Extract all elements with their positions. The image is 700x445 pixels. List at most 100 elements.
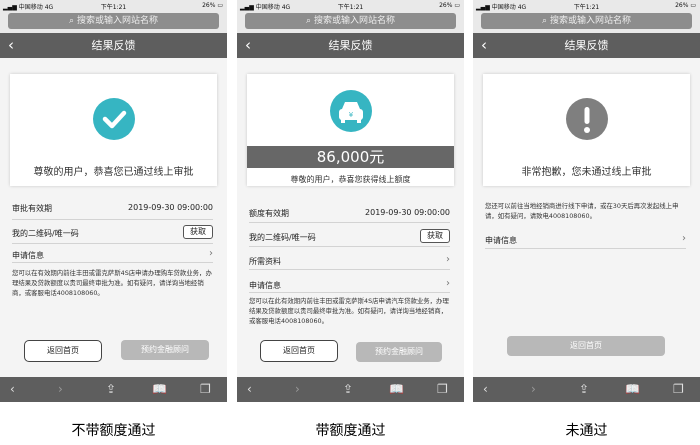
caption-approved-no-limit: 不带额度通过: [71, 423, 156, 439]
result-card: 非常抱歉，您未通过线上审批: [483, 74, 690, 186]
browser-toolbar: ‹ › ⇪ 📖 ❐: [0, 377, 227, 402]
required-docs-row[interactable]: 所需资料 ›: [249, 254, 450, 267]
search-input[interactable]: ⌕ 搜索或输入网站名称: [481, 13, 692, 29]
back-arrow-icon[interactable]: ‹: [247, 381, 252, 397]
return-home-button[interactable]: 返回首页: [24, 340, 102, 362]
battery-icon: ▭: [690, 2, 696, 9]
qr-code-row: 我的二维码/唯一码 获取: [12, 225, 213, 239]
status-time: 下午1:21: [337, 4, 364, 11]
tabs-icon[interactable]: ❐: [200, 381, 211, 397]
divider: [12, 219, 213, 220]
validity-row: 审批有效期 2019-09-30 09:00:00: [12, 203, 213, 214]
tabs-icon[interactable]: ❐: [673, 381, 684, 397]
share-icon[interactable]: ⇪: [106, 381, 116, 397]
status-time: 下午1:21: [573, 4, 600, 11]
forward-arrow-icon[interactable]: ›: [295, 381, 300, 397]
search-icon: ⌕: [542, 16, 548, 26]
nav-bar: ‹ 结果反馈: [0, 33, 227, 58]
battery-label: 26%: [202, 2, 216, 9]
caption-approved-with-limit: 带额度通过: [315, 423, 386, 439]
caption-rejected: 未通过: [565, 423, 608, 439]
divider: [249, 246, 450, 247]
status-time: 下午1:21: [100, 4, 127, 11]
validity-label: 审批有效期: [12, 204, 52, 213]
search-placeholder: 搜索或输入网站名称: [76, 16, 158, 26]
battery-indicator: 26% ▭: [202, 2, 223, 9]
book-advisor-button[interactable]: 预约金融顾问: [121, 340, 209, 360]
get-qr-button[interactable]: 获取: [183, 225, 213, 239]
bookmarks-icon[interactable]: 📖: [389, 381, 404, 397]
battery-label: 26%: [675, 2, 689, 9]
battery-indicator: 26% ▭: [439, 2, 460, 9]
apply-info-label: 申请信息: [485, 236, 517, 245]
return-home-button[interactable]: 返回首页: [507, 336, 665, 356]
chevron-right-icon: ›: [682, 233, 686, 244]
battery-icon: ▭: [217, 2, 223, 9]
back-arrow-icon[interactable]: ‹: [10, 381, 15, 397]
share-icon[interactable]: ⇪: [579, 381, 589, 397]
nav-bar: ‹ 结果反馈: [473, 33, 700, 58]
divider: [12, 243, 213, 244]
qr-code-row: 我的二维码/唯一码 获取: [249, 229, 450, 243]
car-icon: ¥: [329, 90, 372, 132]
chevron-right-icon: ›: [446, 254, 450, 265]
validity-value: 2019-09-30 09:00:00: [365, 208, 450, 217]
search-placeholder: 搜索或输入网站名称: [313, 16, 395, 26]
search-placeholder: 搜索或输入网站名称: [549, 16, 631, 26]
divider: [485, 248, 686, 249]
divider: [249, 292, 450, 293]
chevron-right-icon: ›: [446, 278, 450, 289]
notice-text: 您还可以前往当地经销商进行线下申请，或在30天后再次发起线上申请，如有疑问，请致…: [485, 202, 679, 220]
exclamation-icon: [565, 98, 608, 140]
success-check-icon: [92, 98, 135, 140]
chevron-right-icon: ›: [209, 248, 213, 259]
book-advisor-button[interactable]: 预约金融顾问: [356, 342, 442, 362]
notice-text: 您可以在此有效期内前往丰田或雷克萨斯4S店申请汽车贷款业务，办理结果及贷款额度以…: [249, 297, 449, 325]
search-icon: ⌕: [69, 16, 75, 26]
validity-label: 额度有效期: [249, 209, 289, 218]
apply-info-row[interactable]: 申请信息 ›: [485, 233, 686, 246]
search-input[interactable]: ⌕ 搜索或输入网站名称: [8, 13, 219, 29]
apply-info-row[interactable]: 申请信息 ›: [249, 278, 450, 291]
result-card: 尊敬的用户，恭喜您已通过线上审批: [10, 74, 217, 186]
forward-arrow-icon[interactable]: ›: [58, 381, 63, 397]
forward-arrow-icon[interactable]: ›: [531, 381, 536, 397]
search-input[interactable]: ⌕ 搜索或输入网站名称: [245, 13, 456, 29]
page-title: 结果反馈: [564, 39, 609, 52]
bookmarks-icon[interactable]: 📖: [152, 381, 167, 397]
phone-screen-rejected: ▂▄▆ 中国移动 4G 下午1:21 26% ▭ ⌕ 搜索或输入网站名称 ‹ 结…: [473, 0, 700, 402]
browser-search-bar: ⌕ 搜索或输入网站名称: [0, 11, 227, 33]
status-bar: ▂▄▆ 中国移动 4G 下午1:21 26% ▭: [237, 0, 464, 11]
share-icon[interactable]: ⇪: [343, 381, 353, 397]
divider: [249, 222, 450, 223]
apply-info-label: 申请信息: [12, 251, 44, 260]
browser-search-bar: ⌕ 搜索或输入网站名称: [237, 11, 464, 33]
tabs-icon[interactable]: ❐: [437, 381, 448, 397]
browser-search-bar: ⌕ 搜索或输入网站名称: [473, 11, 700, 33]
nav-bar: ‹ 结果反馈: [237, 33, 464, 58]
get-qr-button[interactable]: 获取: [420, 229, 450, 243]
search-icon: ⌕: [306, 16, 312, 26]
browser-toolbar: ‹ › ⇪ 📖 ❐: [237, 377, 464, 402]
required-docs-label: 所需资料: [249, 257, 281, 266]
qr-code-label: 我的二维码/唯一码: [249, 233, 316, 242]
battery-label: 26%: [439, 2, 453, 9]
bookmarks-icon[interactable]: 📖: [625, 381, 640, 397]
back-arrow-icon[interactable]: ‹: [483, 381, 488, 397]
page-title: 结果反馈: [91, 39, 136, 52]
apply-info-row[interactable]: 申请信息 ›: [12, 248, 213, 261]
divider: [12, 262, 213, 263]
page-title: 结果反馈: [328, 39, 373, 52]
validity-value: 2019-09-30 09:00:00: [128, 203, 213, 212]
phone-screen-approved-with-limit: ▂▄▆ 中国移动 4G 下午1:21 26% ▭ ⌕ 搜索或输入网站名称 ‹ 结…: [237, 0, 464, 402]
return-home-button[interactable]: 返回首页: [260, 340, 338, 362]
result-card: ¥ 86,000元 尊敬的用户，恭喜您获得线上额度: [247, 74, 454, 186]
result-message: 非常抱歉，您未通过线上审批: [521, 167, 652, 178]
result-message: 尊敬的用户，恭喜您已通过线上审批: [33, 167, 194, 178]
notice-text: 您可以在有效期内前往丰田或雷克萨斯4S店申请办理购车贷款业务，办理结果及贷款额度…: [12, 269, 212, 297]
battery-indicator: 26% ▭: [675, 2, 696, 9]
battery-icon: ▭: [454, 2, 460, 9]
qr-code-label: 我的二维码/唯一码: [12, 229, 79, 238]
svg-text:¥: ¥: [348, 111, 353, 119]
apply-info-label: 申请信息: [249, 281, 281, 290]
